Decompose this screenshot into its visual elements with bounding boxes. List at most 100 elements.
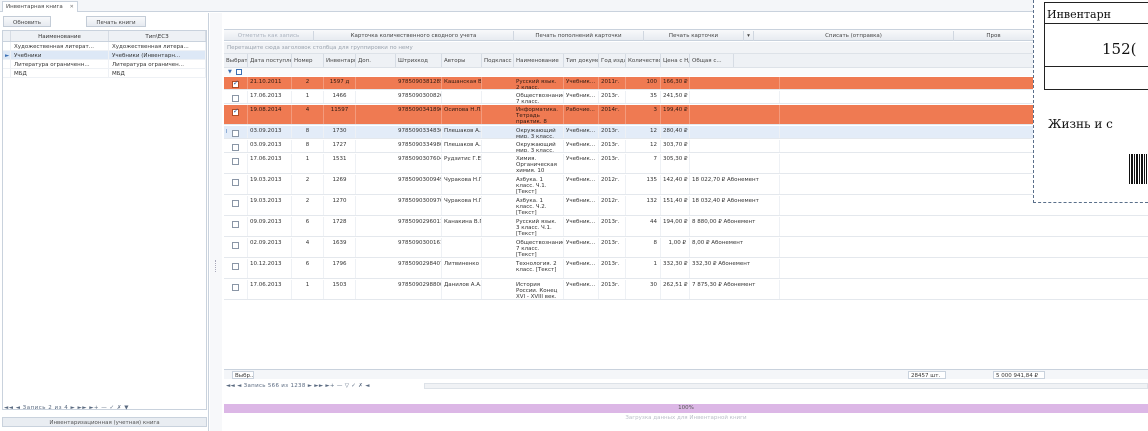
selected-count-label: Выбр... (232, 371, 254, 379)
cell-year: 2013г. (599, 126, 626, 138)
select-cell[interactable] (224, 196, 248, 215)
table-row[interactable]: 21.10.201121597 д 9785090381285Кашанская … (224, 77, 1148, 90)
table-row[interactable]: I 03.09.2013 8 1730 9785090334836 Плешаков А.… (224, 126, 1148, 139)
column-header-name[interactable]: Наименование (11, 31, 109, 41)
book-type-kind: МБД (109, 69, 206, 77)
book-type-row[interactable]: ► Учебники Учебники (Инвентарн... (3, 51, 206, 60)
horizontal-scrollbar[interactable] (424, 383, 1148, 389)
column-header[interactable]: Инвентарный номер (324, 54, 356, 67)
column-header[interactable]: Общая с... (690, 54, 734, 67)
table-row[interactable]: 19.03.2013 2 1269 9785090300949 Чуракова Н.Г… (224, 175, 1148, 195)
grid-record-navigator[interactable]: ◄◄ ◄ Запись 566 из 1238 ► ►► ►+ — ▽ ✓ ✗ … (224, 381, 1148, 391)
table-row[interactable]: 03.09.2013 8 1727 9785090334980 Плешаков А.А… (224, 140, 1148, 153)
group-by-panel[interactable]: Перетащите сюда заголовок столбца для гр… (224, 42, 1148, 54)
column-header[interactable]: Количество (626, 54, 661, 67)
book-type-row[interactable]: МБД МБД (3, 69, 206, 78)
cell-inv: 1503 (324, 280, 356, 299)
cell-barcode: 9785090300826 (396, 91, 442, 103)
book-type-name: Учебники (11, 51, 109, 59)
column-header[interactable]: Год издания (599, 54, 626, 67)
inventory-book-button[interactable]: Инвентаризационная (учетная) книга (2, 417, 207, 427)
cell-inv: 1796 (324, 259, 356, 278)
select-cell[interactable] (224, 259, 248, 278)
print-additions-button[interactable]: Печать пополнений карточки (514, 31, 644, 41)
select-checkbox[interactable] (232, 263, 239, 270)
column-header-type[interactable]: Тип\ЕСЗ (109, 31, 206, 41)
book-type-row[interactable]: Литература ограниченн... Литература огран… (3, 60, 206, 69)
select-checkbox[interactable] (232, 158, 239, 165)
select-cell[interactable] (224, 154, 248, 173)
column-header[interactable]: Номер (292, 54, 324, 67)
column-header[interactable]: Выбрать (224, 54, 248, 67)
select-cell[interactable] (224, 238, 248, 257)
table-row[interactable]: 17.06.2013 1 1466 9785090300826 Обществознан… (224, 91, 1148, 104)
select-checkbox[interactable] (232, 242, 239, 249)
grid-header: ВыбратьДата поступленияНомерИнвентарный … (224, 54, 1148, 76)
cell-num: 1 (292, 280, 324, 299)
close-icon[interactable]: ✕ (70, 4, 74, 10)
select-cell[interactable] (224, 126, 248, 138)
cell-doctype: Учебник... (564, 91, 599, 103)
select-checkbox[interactable] (232, 144, 239, 151)
print-book-button[interactable]: Печать книги (86, 16, 146, 27)
select-cell[interactable] (224, 175, 248, 194)
write-off-button[interactable]: Списать (отправка) (754, 31, 954, 41)
tab-inventory-book[interactable]: Инвентарная книга ✕ (2, 1, 78, 12)
row-indicator (3, 69, 11, 77)
select-checkbox[interactable] (232, 130, 239, 137)
select-checkbox[interactable] (232, 179, 239, 186)
column-header[interactable]: Подкласс (482, 54, 514, 67)
column-header[interactable]: Дата поступления (248, 54, 292, 67)
select-cell[interactable] (224, 105, 248, 124)
cell-price: 194,00 ₽ (661, 217, 690, 236)
book-type-row[interactable]: Художественная литерат... Художественная … (3, 42, 206, 51)
left-record-navigator[interactable]: ◄◄ ◄ Запись 2 из 4 ► ►► ►+ — ✓ ✗ ▼ (4, 405, 129, 411)
select-cell[interactable] (224, 280, 248, 299)
column-header[interactable]: Наименование (514, 54, 564, 67)
select-checkbox[interactable] (232, 221, 239, 228)
book-type-kind: Литература ограничен... (109, 60, 206, 68)
select-checkbox[interactable] (232, 284, 239, 291)
barcode-image (1129, 154, 1147, 184)
select-checkbox[interactable] (232, 95, 239, 102)
cell-num: 6 (292, 259, 324, 278)
cell-author: Плешаков А.А. (442, 126, 482, 138)
refresh-button[interactable]: Обновить (3, 16, 51, 27)
cell-total (690, 126, 780, 138)
print-card-button[interactable]: Печать карточки (644, 31, 744, 41)
table-row[interactable]: 17.06.2013 1 1531 9785090307604 Рудзитис Г.Е… (224, 154, 1148, 174)
navigator-text[interactable]: ◄◄ ◄ Запись 566 из 1238 ► ►► ►+ — ▽ ✓ ✗ … (226, 383, 370, 389)
column-header[interactable]: Цена с НДС (661, 54, 690, 67)
select-cell[interactable] (224, 140, 248, 152)
table-row[interactable]: 10.12.201361796 9785090298407Литвиненко Н… (224, 259, 1148, 279)
chevron-down-icon[interactable]: ▾ (744, 31, 754, 41)
select-all-checkbox[interactable] (236, 69, 242, 75)
cell-doctype: Учебник... (564, 196, 599, 215)
column-header[interactable]: Штрихкод (396, 54, 442, 67)
cell-date: 19.03.2013 (248, 196, 292, 215)
column-header[interactable]: Тип документа (564, 54, 599, 67)
mark-record-button[interactable]: Отметить как запись (224, 31, 314, 41)
select-cell[interactable] (224, 217, 248, 236)
table-row[interactable]: 19.03.2013 2 1270 9785090300970 Чуракова Н.Г… (224, 196, 1148, 216)
table-row[interactable]: 02.09.2013 4 1639 9785090300161 Обществознан… (224, 238, 1148, 258)
filter-icon[interactable]: ▼ (228, 69, 232, 75)
select-checkbox[interactable] (232, 200, 239, 207)
cell-price: 241,50 ₽ (661, 91, 690, 103)
select-checkbox[interactable] (232, 80, 239, 88)
filter-row[interactable]: ▼ (224, 67, 1148, 76)
table-row[interactable]: 19.08.2014411597 9785090341896Осипова Н.Л… (224, 105, 1148, 125)
select-cell[interactable] (224, 77, 248, 89)
select-checkbox[interactable] (232, 108, 239, 116)
quantity-card-button[interactable]: Карточка количественного сводного учета (314, 31, 514, 41)
cell-price: 262,51 ₽ (661, 280, 690, 299)
check-button[interactable]: Пров (954, 31, 1034, 41)
column-header[interactable]: Доп. (356, 54, 396, 67)
column-header[interactable]: Авторы (442, 54, 482, 67)
table-row[interactable]: 09.09.2013 6 1728 9785090296011 Канакина В.П… (224, 217, 1148, 237)
progress-bar: 100% (224, 404, 1148, 413)
select-cell[interactable] (224, 91, 248, 103)
panel-splitter[interactable] (210, 13, 222, 431)
table-row[interactable]: 17.06.2013 1 1503 9785090298800 Данилов А.А.… (224, 280, 1148, 300)
cell-qty: 100 (626, 77, 661, 89)
